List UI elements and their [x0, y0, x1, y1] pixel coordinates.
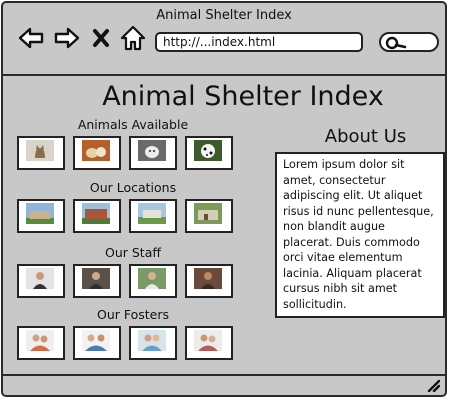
window-title: Animal Shelter Index	[156, 8, 292, 23]
animal-photo-thumbnail[interactable]	[73, 136, 121, 170]
location-photo-thumbnail[interactable]	[185, 199, 233, 233]
url-field[interactable]: http://...index.html	[155, 32, 363, 52]
about-text: Lorem ipsum dolor sit amet, consectetur …	[275, 152, 445, 318]
forward-arrow-icon[interactable]	[53, 25, 81, 51]
location-photo-thumbnail[interactable]	[129, 199, 177, 233]
back-arrow-icon[interactable]	[17, 25, 45, 51]
about-title: About Us	[324, 126, 407, 147]
status-bar-divider	[3, 374, 445, 376]
search-field[interactable]	[379, 32, 439, 52]
thumbnail-row-locations	[17, 199, 233, 233]
thumbnail-row-fosters	[17, 326, 233, 360]
close-x-icon[interactable]	[91, 25, 111, 51]
page-title: Animal Shelter Index	[102, 81, 384, 112]
foster-photo-thumbnail[interactable]	[185, 326, 233, 360]
animal-photo-thumbnail[interactable]	[17, 136, 65, 170]
toolbar-divider	[3, 74, 445, 76]
section-label-animals: Animals Available	[77, 117, 189, 132]
thumbnail-row-staff	[17, 264, 233, 298]
foster-photo-thumbnail[interactable]	[17, 326, 65, 360]
search-icon	[385, 36, 407, 50]
section-label-locations: Our Locations	[89, 180, 177, 195]
location-photo-thumbnail[interactable]	[73, 199, 121, 233]
thumbnail-row-animals	[17, 136, 233, 170]
animal-photo-thumbnail[interactable]	[185, 136, 233, 170]
browser-window: Animal Shelter Index http://...index.htm…	[1, 1, 447, 397]
location-photo-thumbnail[interactable]	[17, 199, 65, 233]
section-label-fosters: Our Fosters	[96, 307, 170, 322]
section-label-staff: Our Staff	[105, 245, 161, 260]
resize-grip-icon[interactable]	[426, 377, 441, 393]
animal-photo-thumbnail[interactable]	[129, 136, 177, 170]
home-icon[interactable]	[119, 25, 147, 51]
foster-photo-thumbnail[interactable]	[73, 326, 121, 360]
staff-photo-thumbnail[interactable]	[17, 264, 65, 298]
staff-photo-thumbnail[interactable]	[185, 264, 233, 298]
staff-photo-thumbnail[interactable]	[129, 264, 177, 298]
staff-photo-thumbnail[interactable]	[73, 264, 121, 298]
foster-photo-thumbnail[interactable]	[129, 326, 177, 360]
